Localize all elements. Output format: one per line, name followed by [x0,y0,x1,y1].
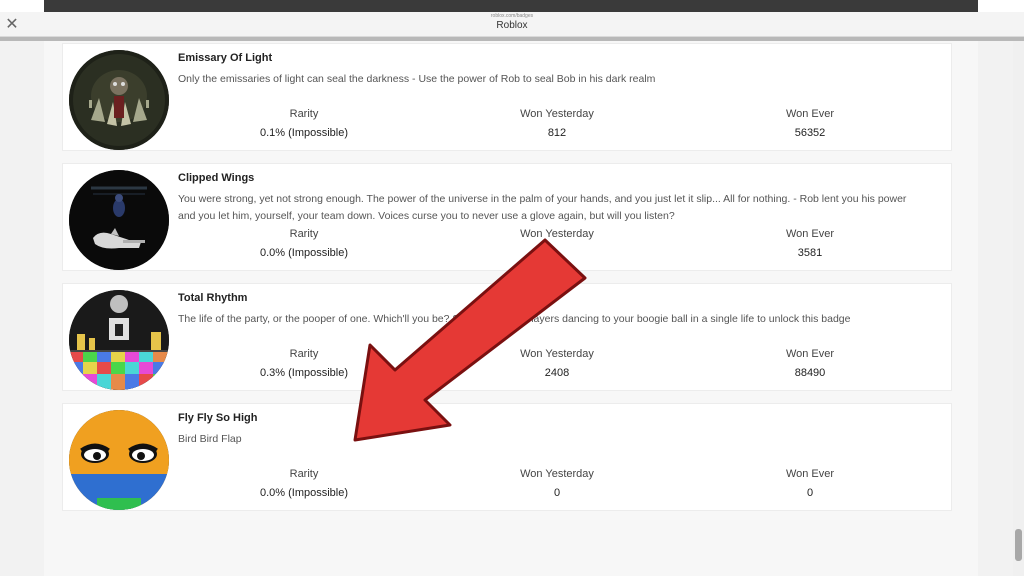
rarity-value: 0.0% (Impossible) [259,247,349,259]
rarity-value: 0.1% (Impossible) [259,127,349,139]
rarity-stat: Rarity 0.1% (Impossible) [234,108,374,139]
rarity-label: Rarity [289,228,319,240]
fly-fly-badge-image [69,410,169,510]
top-dark-strip [0,0,1024,12]
won-ever-stat: Won Ever 0 [740,468,880,499]
won-ever-value: 88490 [794,367,826,379]
won-yesterday-stat: Won Yesterday 2408 [487,348,627,379]
badge-card-emissary-of-light[interactable]: Emissary Of Light Only the emissaries of… [62,43,952,151]
total-rhythm-badge-image [69,290,169,390]
won-yesterday-label: Won Yesterday [520,348,594,360]
emissary-badge-image [69,50,169,150]
badge-title: Total Rhythm [178,292,248,304]
rarity-label: Rarity [289,108,319,120]
won-ever-value: 3581 [797,247,823,259]
badge-title: Fly Fly So High [178,412,258,424]
clipped-wings-badge-image [69,170,169,270]
scroll-thumb[interactable] [1015,529,1022,561]
badge-card-total-rhythm[interactable]: Total Rhythm The life of the party, or t… [62,283,952,391]
won-yesterday-value: 0 [553,487,561,499]
won-ever-stat: Won Ever 88490 [740,348,880,379]
scrollbar[interactable] [1013,41,1024,576]
won-yesterday-label: Won Yesterday [520,468,594,480]
rarity-stat: Rarity 0.3% (Impossible) [234,348,374,379]
window-title-bar: ✕ roblox.com/badges Roblox [0,12,1024,37]
badge-description: You were strong, yet not strong enough. … [178,193,907,222]
badge-title: Clipped Wings [178,172,255,184]
won-yesterday-label: Won Yesterday [520,228,594,240]
won-yesterday-stat: Won Yesterday 812 [487,108,627,139]
app-window: ✕ roblox.com/badges Roblox Emissary Of L… [0,0,1024,576]
rarity-label: Rarity [289,468,319,480]
rarity-stat: Rarity 0.0% (Impossible) [234,468,374,499]
won-yesterday-label: Won Yesterday [520,108,594,120]
won-yesterday-value: 2408 [544,367,570,379]
won-ever-label: Won Ever [785,108,835,120]
rarity-label: Rarity [289,348,319,360]
badge-description: Bird Bird Flap [178,433,242,445]
window-title: Roblox [496,20,528,31]
badge-title: Emissary Of Light [178,52,273,64]
won-ever-stat: Won Ever 3581 [740,228,880,259]
won-yesterday-stat: Won Yesterday 0 [487,468,627,499]
won-ever-stat: Won Ever 56352 [740,108,880,139]
won-ever-value: 0 [806,487,814,499]
rarity-value: 0.0% (Impossible) [259,487,349,499]
rarity-value: 0.3% (Impossible) [259,367,349,379]
badge-description: Only the emissaries of light can seal th… [178,73,656,85]
badge-card-clipped-wings[interactable]: Clipped Wings You were strong, yet not s… [62,163,952,271]
badge-description: The life of the party, or the pooper of … [178,313,851,325]
won-ever-label: Won Ever [785,348,835,360]
won-yesterday-stat: Won Yesterday [487,228,627,247]
badge-card-fly-fly-so-high[interactable]: Fly Fly So High Bird Bird Flap Rarity 0.… [62,403,952,511]
won-ever-value: 56352 [794,127,826,139]
won-ever-label: Won Ever [785,468,835,480]
rarity-stat: Rarity 0.0% (Impossible) [234,228,374,259]
won-yesterday-value: 812 [547,127,567,139]
window-url: roblox.com/badges [490,13,534,19]
won-ever-label: Won Ever [785,228,835,240]
